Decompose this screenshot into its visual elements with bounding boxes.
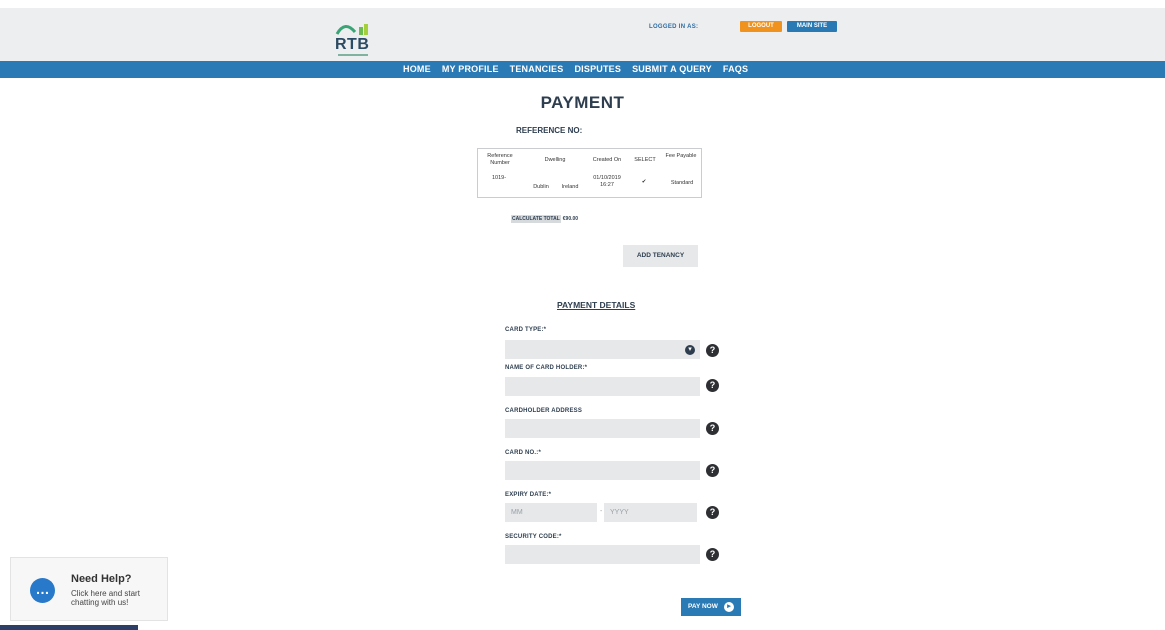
expiry-month-placeholder: MM: [511, 509, 523, 516]
col-header-select: SELECT: [634, 157, 656, 163]
cell-dwelling-country: Ireland: [561, 184, 579, 190]
help-icon[interactable]: ?: [706, 344, 719, 357]
expiry-year-input[interactable]: YYYY: [604, 503, 697, 522]
logo-text: RTB: [335, 36, 370, 53]
nav-disputes[interactable]: DISPUTES: [574, 61, 621, 78]
help-icon[interactable]: ?: [706, 379, 719, 392]
help-icon[interactable]: ?: [706, 548, 719, 561]
nav-tenancies[interactable]: TENANCIES: [510, 61, 564, 78]
main-nav: HOME MY PROFILE TENANCIES DISPUTES SUBMI…: [0, 61, 1165, 78]
nav-my-profile[interactable]: MY PROFILE: [442, 61, 499, 78]
col-header-reference: Reference Number: [487, 153, 513, 166]
rtb-logo[interactable]: RTB: [335, 22, 373, 58]
chat-subtitle: Click here and start chatting with us!: [71, 589, 140, 607]
cardholder-address-label: CARDHOLDER ADDRESS: [505, 408, 583, 414]
select-checkbox[interactable]: ✔: [638, 179, 650, 186]
card-type-select[interactable]: [505, 340, 700, 359]
pay-now-button[interactable]: PAY NOW ▸: [681, 598, 741, 616]
logout-button[interactable]: LOGOUT: [740, 21, 782, 32]
security-code-label: SECURITY CODE:*: [505, 534, 562, 540]
cell-dwelling-city: Dublin: [533, 184, 549, 190]
calculate-total-row: CALCULATE TOTAL €90.00: [511, 215, 579, 223]
cardholder-address-input[interactable]: [505, 419, 700, 438]
expiry-separator: -: [600, 508, 603, 515]
help-icon[interactable]: ?: [706, 464, 719, 477]
add-tenancy-button[interactable]: ADD TENANCY: [623, 245, 698, 267]
cell-reference: 1019-: [491, 175, 507, 181]
chat-widget[interactable]: … Need Help? Click here and start chatti…: [10, 557, 168, 621]
card-no-input[interactable]: [505, 461, 700, 480]
reference-no-label: REFERENCE NO:: [516, 126, 583, 135]
cell-created-on: 01/10/2019 16:27: [593, 175, 621, 188]
security-code-input[interactable]: [505, 545, 700, 564]
expiry-date-label: EXPIRY DATE:*: [505, 492, 552, 498]
help-icon[interactable]: ?: [706, 506, 719, 519]
col-header-created-on: Created On: [592, 157, 622, 163]
cell-fee-payable: Standard: [670, 180, 694, 186]
help-icon[interactable]: ?: [706, 422, 719, 435]
page-title: PAYMENT: [540, 93, 625, 112]
rtb-logo-icon: [335, 24, 368, 35]
chevron-down-icon[interactable]: ▾: [685, 345, 695, 355]
card-holder-label: NAME OF CARD HOLDER:*: [505, 365, 588, 371]
total-value: €90.00: [562, 216, 579, 222]
logged-in-label: LOGGED IN AS:: [649, 24, 699, 30]
expiry-month-input[interactable]: MM: [505, 503, 597, 522]
col-header-fee-payable: Fee Payable: [665, 153, 697, 159]
top-header: RTB LOGGED IN AS: LOGOUT MAIN SITE: [0, 8, 1165, 61]
calculate-total-button[interactable]: CALCULATE TOTAL: [511, 215, 561, 223]
chat-title: Need Help?: [71, 573, 132, 585]
chevron-right-icon: ▸: [724, 602, 734, 612]
col-header-dwelling: Dwelling: [544, 157, 566, 163]
card-holder-input[interactable]: [505, 377, 700, 396]
expiry-year-placeholder: YYYY: [610, 509, 629, 516]
payment-details-title: PAYMENT DETAILS: [557, 300, 636, 310]
chat-bubble-icon: …: [30, 578, 55, 603]
card-type-label: CARD TYPE:*: [505, 327, 547, 333]
pay-now-label: PAY NOW: [688, 603, 718, 610]
main-site-button[interactable]: MAIN SITE: [787, 21, 837, 32]
nav-faqs[interactable]: FAQS: [723, 61, 748, 78]
card-no-label: CARD NO.:*: [505, 450, 541, 456]
nav-home[interactable]: HOME: [403, 61, 431, 78]
logo-underline: [338, 54, 368, 56]
nav-submit-query[interactable]: SUBMIT A QUERY: [632, 61, 712, 78]
chat-bar[interactable]: [0, 625, 138, 630]
tenancy-table: Reference Number Dwelling Created On SEL…: [477, 148, 702, 198]
